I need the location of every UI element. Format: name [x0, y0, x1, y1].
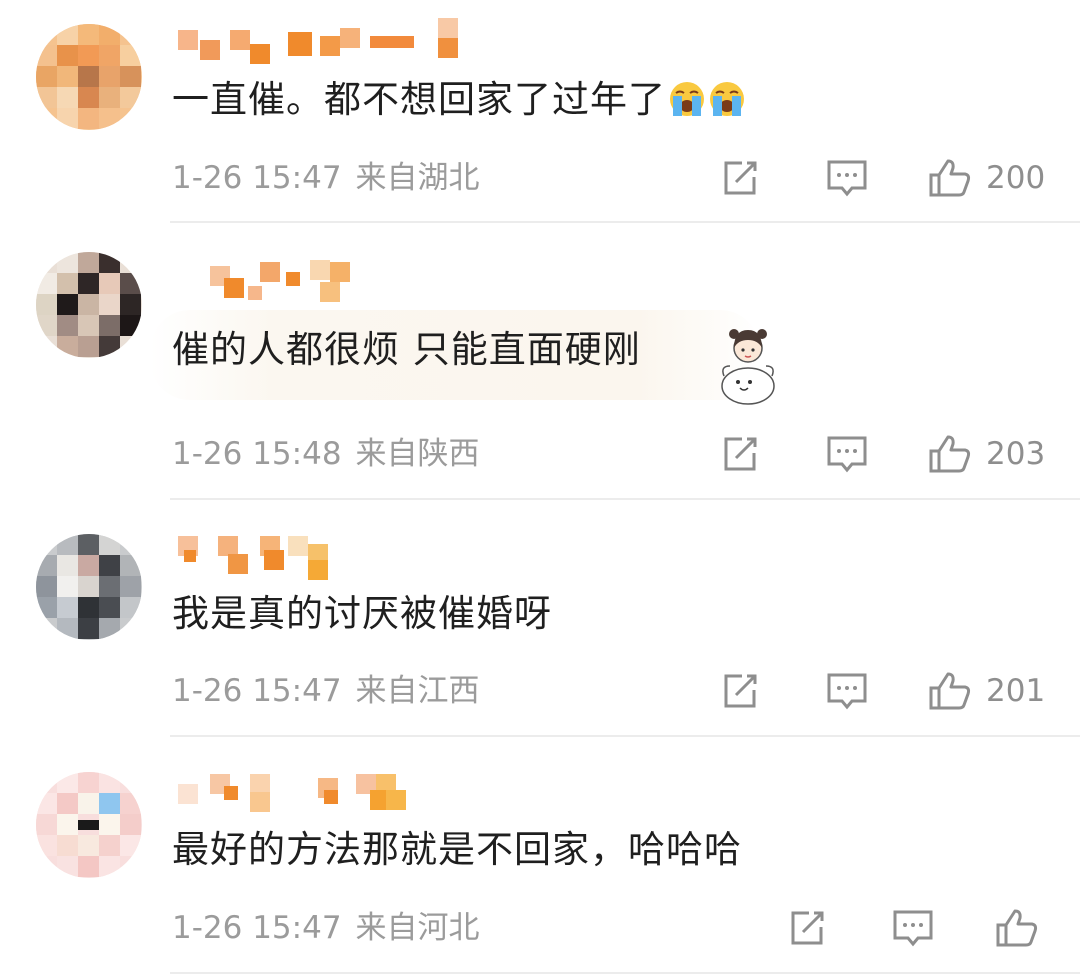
avatar[interactable] — [36, 534, 142, 640]
share-box-icon — [724, 437, 757, 471]
like-count: 203 — [986, 436, 1046, 472]
comment-text-content: 我是真的讨厌被催婚呀 — [172, 592, 552, 635]
thumbs-up-icon — [929, 435, 971, 473]
thumbs-up-icon — [996, 909, 1038, 947]
like-button[interactable]: 200 — [928, 158, 1045, 198]
thumbs-up-icon — [929, 672, 971, 710]
like-button[interactable]: 201 — [928, 671, 1045, 711]
comment-text-content: 催的人都很烦 只能直面硬刚 — [172, 328, 641, 371]
avatar[interactable] — [36, 772, 142, 878]
username-masked[interactable] — [170, 772, 490, 812]
comment-bubble-icon — [827, 160, 867, 197]
location: 来自湖北 — [355, 160, 480, 196]
comment-meta: 1-26 15:47 来自河北 — [172, 908, 480, 948]
username-masked[interactable] — [170, 18, 490, 64]
comment-meta: 1-26 15:48 来自陕西 — [172, 434, 480, 474]
timestamp: 1-26 15:48 — [172, 436, 342, 472]
comment-text-content: 一直催。都不想回家了过年了 — [172, 78, 666, 121]
comment-button[interactable] — [892, 908, 934, 948]
comment-button[interactable] — [826, 158, 868, 198]
comment-bubble-icon — [893, 910, 933, 947]
girl-and-dog-sticker — [716, 326, 780, 406]
crying-face-icon — [668, 80, 706, 118]
comment-text: 一直催。都不想回家了过年了 — [172, 78, 746, 122]
comment-button[interactable] — [826, 671, 868, 711]
divider — [170, 972, 1080, 974]
share-box-icon — [791, 911, 824, 945]
location: 来自陕西 — [355, 436, 480, 472]
repost-button[interactable] — [720, 434, 760, 474]
like-button[interactable]: 203 — [928, 434, 1045, 474]
comment-meta: 1-26 15:47 来自江西 — [172, 671, 480, 711]
like-button[interactable] — [995, 908, 1039, 948]
timestamp: 1-26 15:47 — [172, 160, 342, 196]
crying-face-icon — [708, 80, 746, 118]
repost-button[interactable] — [720, 671, 760, 711]
thumbs-up-icon — [929, 159, 971, 197]
repost-button[interactable] — [787, 908, 827, 948]
comment-text: 我是真的讨厌被催婚呀 — [172, 592, 552, 636]
comment-text-content: 最好的方法那就是不回家，哈哈哈 — [172, 828, 742, 871]
divider — [170, 221, 1080, 223]
avatar[interactable] — [36, 24, 142, 130]
comment-bubble-icon — [827, 436, 867, 473]
avatar[interactable] — [36, 252, 142, 358]
like-count: 201 — [986, 673, 1046, 709]
comment-button[interactable] — [826, 434, 868, 474]
comment-text: 最好的方法那就是不回家，哈哈哈 — [172, 828, 742, 872]
location: 来自江西 — [355, 673, 480, 709]
username-masked[interactable] — [170, 252, 490, 302]
like-count: 200 — [986, 160, 1046, 196]
share-box-icon — [724, 161, 757, 195]
divider — [170, 498, 1080, 500]
timestamp: 1-26 15:47 — [172, 673, 342, 709]
divider — [170, 735, 1080, 737]
location: 来自河北 — [355, 910, 480, 946]
comment-bubble-icon — [827, 673, 867, 710]
repost-button[interactable] — [720, 158, 760, 198]
share-box-icon — [724, 674, 757, 708]
username-masked[interactable] — [170, 536, 490, 580]
timestamp: 1-26 15:47 — [172, 910, 342, 946]
comment-meta: 1-26 15:47 来自湖北 — [172, 158, 480, 198]
comment-text: 催的人都很烦 只能直面硬刚 — [172, 328, 641, 372]
